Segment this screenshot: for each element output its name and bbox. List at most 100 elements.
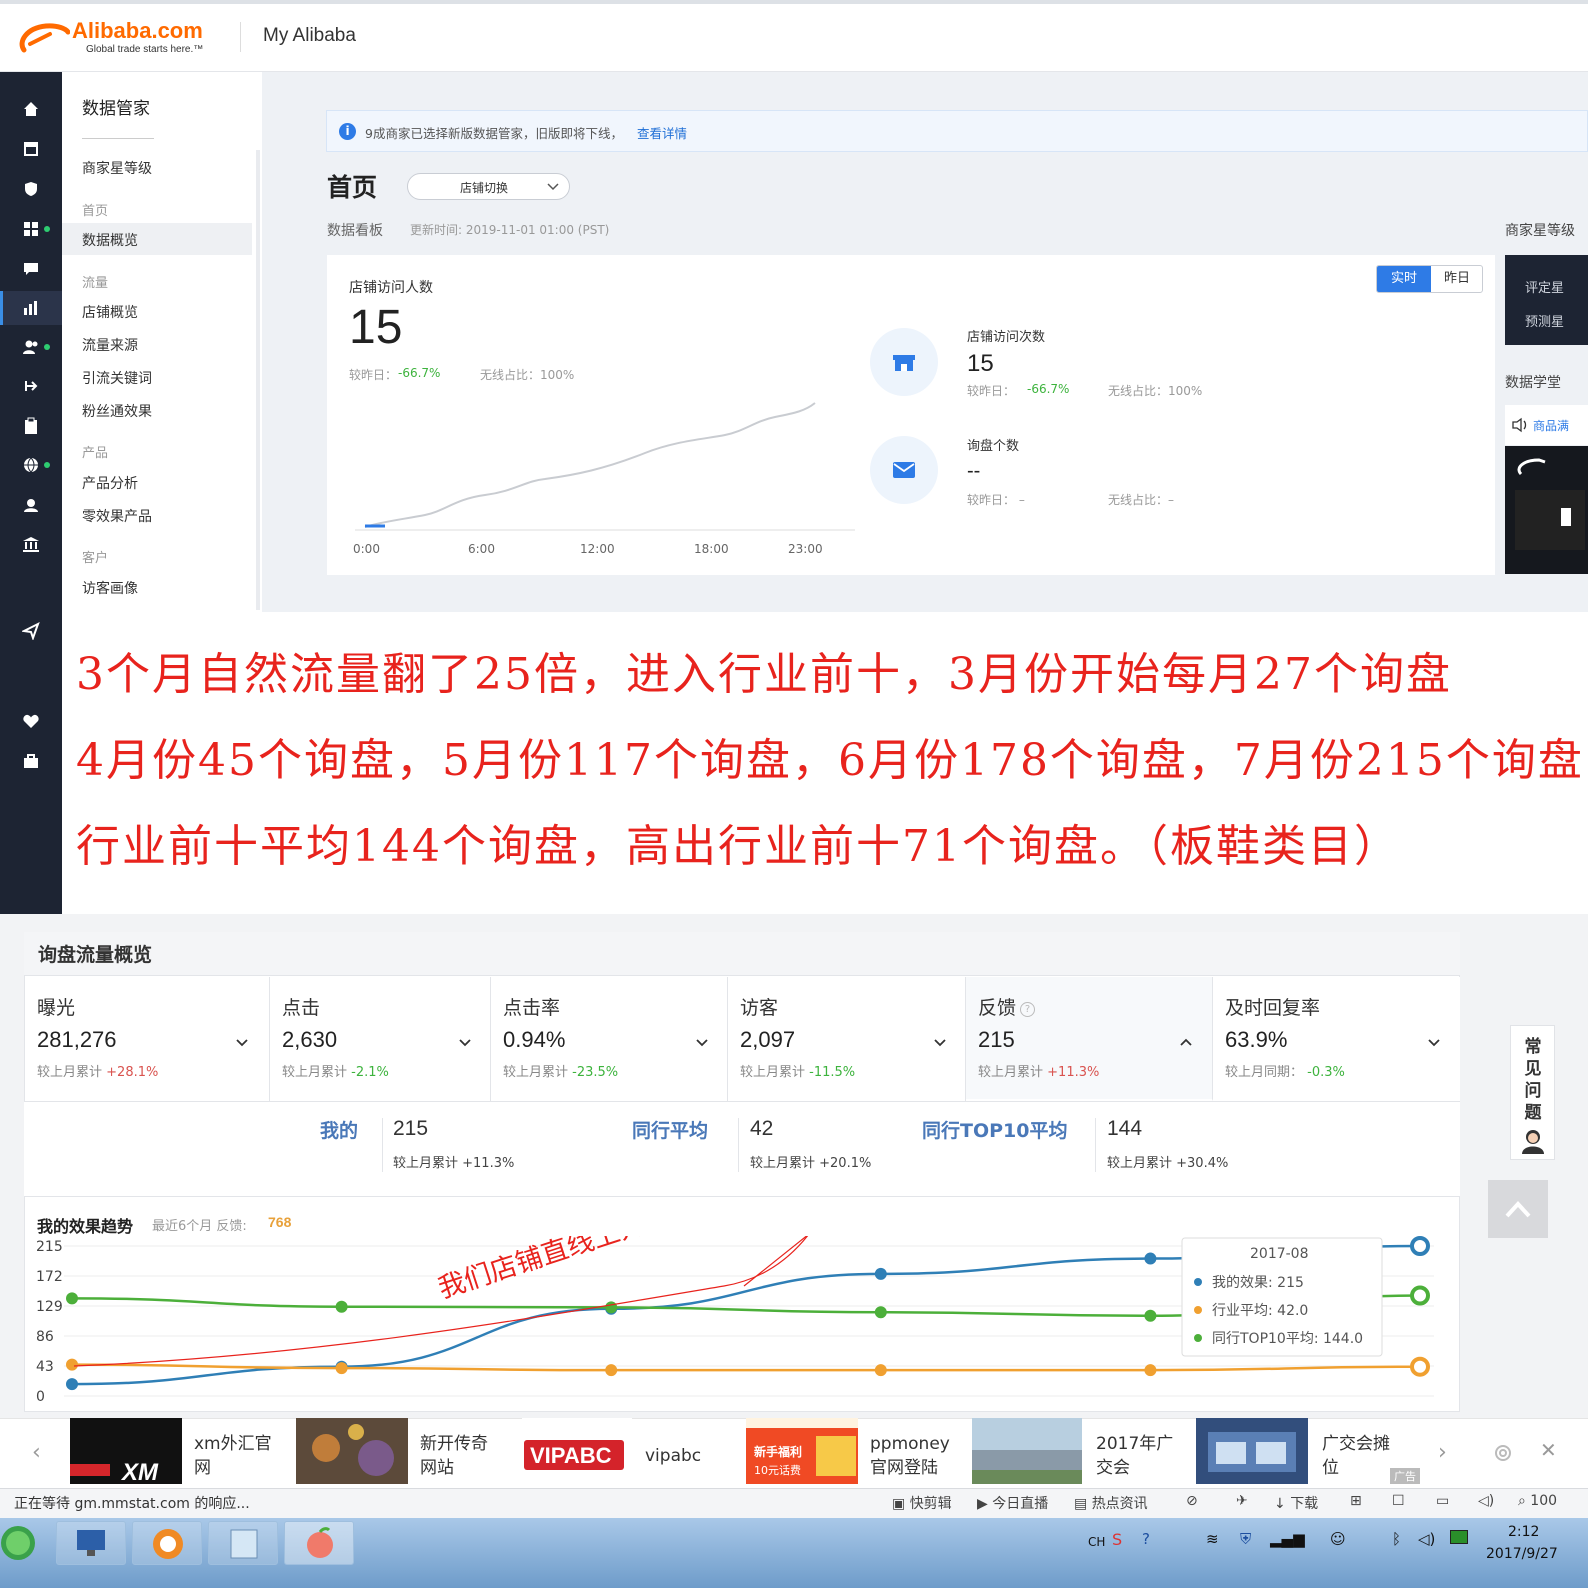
menu-item-star-level[interactable]: 商家星等级 [82, 158, 152, 178]
wifi-icon[interactable]: ≋ [1206, 1530, 1219, 1548]
status-download[interactable]: ↓ 下载 [1274, 1493, 1318, 1513]
status-icon[interactable]: ⊞ [1350, 1493, 1362, 1509]
favorite-heart-icon[interactable] [0, 704, 62, 738]
store-switch-dropdown[interactable]: 店铺切换 [407, 173, 570, 200]
alibaba-logo[interactable]: Alibaba.com Global trade starts here.™ [16, 18, 231, 58]
menu-item-visitor-profile[interactable]: 访客画像 [82, 578, 138, 598]
tray-help-icon[interactable]: ? [1142, 1530, 1150, 1548]
menu-item-keywords[interactable]: 引流关键词 [82, 368, 152, 388]
chevron-down-icon[interactable] [1427, 1035, 1441, 1049]
ad-thumb-ppmoney[interactable]: 新手福利 10元话费 [746, 1418, 858, 1484]
menu-item-traffic-source[interactable]: 流量来源 [82, 335, 138, 355]
tray-language[interactable]: CH [1088, 1535, 1105, 1549]
status-live[interactable]: ▶ 今日直播 [977, 1493, 1048, 1513]
ad-thumb-booth[interactable] [1196, 1418, 1308, 1484]
taskbar-app-notepad[interactable] [208, 1521, 278, 1565]
menu-item-overview[interactable]: 数据概览 [82, 230, 138, 250]
star-level-panel[interactable]: 评定星 预测星 [1505, 255, 1588, 345]
kpi-feedback[interactable]: 反馈? 215 较上月累计 +11.3% [966, 977, 1213, 1101]
ad-thumb-xm[interactable]: XM [70, 1418, 182, 1486]
realtime-toggle[interactable]: 实时 昨日 [1376, 265, 1483, 293]
ad-prev-arrow[interactable]: ‹ [32, 1440, 41, 1465]
start-button[interactable] [0, 1522, 40, 1564]
ad-text-game[interactable]: 新开传奇 网站 [420, 1432, 488, 1480]
shield-icon[interactable] [0, 172, 62, 206]
status-icon[interactable]: ✈ [1236, 1493, 1248, 1509]
tray-ime-icon[interactable]: S [1112, 1530, 1122, 1549]
kpi-ctr[interactable]: 点击率 0.94% 较上月累计 -23.5% [491, 977, 728, 1101]
apps-icon[interactable] [0, 212, 62, 246]
menu-item-fans[interactable]: 粉丝通效果 [82, 401, 152, 421]
globe-icon[interactable] [0, 448, 62, 482]
ppmoney-banner: 新手福利 10元话费 [746, 1428, 858, 1484]
academy-item[interactable]: 商品满 [1505, 405, 1588, 445]
academy-video-thumbnail[interactable] [1505, 446, 1588, 574]
ad-text-xm[interactable]: xm外汇官网 [194, 1432, 272, 1480]
speaker-icon[interactable]: ◁) [1418, 1530, 1435, 1548]
briefcase-icon[interactable] [0, 744, 62, 778]
security-shield-icon[interactable]: ⛨ [1240, 1530, 1251, 1548]
ad-thumb-game[interactable] [296, 1418, 408, 1484]
message-icon[interactable] [0, 252, 62, 286]
zoom-control[interactable]: ⌕ 100 [1518, 1493, 1557, 1509]
menu-item-store-overview[interactable]: 店铺概览 [82, 302, 138, 322]
status-icon[interactable]: ▭ [1436, 1493, 1449, 1509]
close-icon[interactable]: ✕ [1540, 1438, 1557, 1462]
bluetooth-icon[interactable]: ᛒ [1392, 1530, 1401, 1548]
clock-date[interactable]: 2017/9/27 [1486, 1546, 1558, 1562]
tab-realtime[interactable]: 实时 [1377, 266, 1431, 292]
taskbar-app-computer[interactable] [56, 1521, 126, 1565]
store-icon[interactable] [0, 132, 62, 166]
share-icon[interactable] [0, 369, 62, 403]
kpi-visitors[interactable]: 访客 2,097 较上月累计 -11.5% [728, 977, 966, 1101]
ad-text-booth[interactable]: 广交会摊位 [1322, 1432, 1390, 1480]
ad-text-ppmoney[interactable]: ppmoney 官网登陆 [870, 1432, 950, 1480]
chevron-up-icon[interactable] [1179, 1035, 1193, 1049]
volume-icon[interactable]: ◁) [1478, 1493, 1494, 1509]
faq-widget[interactable]: 常 见 问 题 [1510, 1025, 1555, 1160]
kpi-impressions[interactable]: 曝光 281,276 较上月累计 +28.1% [25, 977, 270, 1101]
taskbar-app-browser[interactable] [132, 1521, 202, 1565]
kpi-compare-value: +28.1% [106, 1065, 159, 1080]
tab-yesterday[interactable]: 昨日 [1431, 266, 1482, 292]
signal-icon[interactable]: ▂▄▆ [1270, 1530, 1305, 1548]
tooltip-mine: 我的效果: 215 [1212, 1275, 1304, 1291]
agent-icon[interactable] [0, 488, 62, 522]
help-icon[interactable]: ? [1020, 1002, 1036, 1017]
kpi-clicks[interactable]: 点击 2,630 较上月累计 -2.1% [270, 977, 491, 1101]
notice-link[interactable]: 查看详情 [637, 123, 687, 142]
customers-icon[interactable] [0, 330, 62, 364]
menu-item-product-analysis[interactable]: 产品分析 [82, 473, 138, 493]
clock-time[interactable]: 2:12 [1508, 1524, 1539, 1540]
ad-thumb-canton-fair[interactable] [972, 1418, 1082, 1484]
ad-text-vipabc[interactable]: vipabc [645, 1444, 701, 1468]
tray-user-icon[interactable]: ☺ [1330, 1530, 1346, 1548]
ad-thumb-vipabc[interactable]: VIPABC [522, 1418, 632, 1484]
page-app-title[interactable]: My Alibaba [263, 25, 356, 47]
chevron-down-icon[interactable] [235, 1035, 249, 1049]
battery-icon[interactable] [1450, 1530, 1468, 1544]
status-news[interactable]: ▤ 热点资讯 [1074, 1493, 1148, 1513]
back-to-top-button[interactable] [1488, 1180, 1548, 1238]
y-tick-label: 172 [36, 1269, 63, 1285]
menu-scrollbar[interactable] [256, 150, 260, 610]
clipboard-icon[interactable] [0, 409, 62, 443]
data-chart-icon[interactable] [0, 291, 62, 325]
gear-icon[interactable] [1492, 1442, 1514, 1464]
bank-icon[interactable] [0, 527, 62, 561]
home-icon[interactable] [0, 92, 62, 126]
arrow-up-icon [1505, 1201, 1531, 1218]
chevron-down-icon[interactable] [695, 1035, 709, 1049]
menu-item-zero-effect[interactable]: 零效果产品 [82, 506, 152, 526]
taskbar-app-active[interactable] [284, 1521, 354, 1565]
status-quick-edit[interactable]: ▣ 快剪辑 [892, 1493, 952, 1513]
kpi-reply-rate[interactable]: 及时回复率 63.9% 较上月同期： -0.3% [1213, 977, 1460, 1101]
status-icon[interactable]: ⊘ [1186, 1493, 1198, 1509]
chevron-down-icon[interactable] [458, 1035, 472, 1049]
xm-logo: XM [70, 1459, 159, 1486]
ad-next-arrow[interactable]: › [1438, 1440, 1447, 1465]
status-icon[interactable]: ☐ [1392, 1493, 1405, 1509]
ad-text-canton-fair[interactable]: 2017年广 交会 [1096, 1432, 1173, 1480]
send-icon[interactable] [0, 614, 62, 648]
chevron-down-icon[interactable] [933, 1035, 947, 1049]
